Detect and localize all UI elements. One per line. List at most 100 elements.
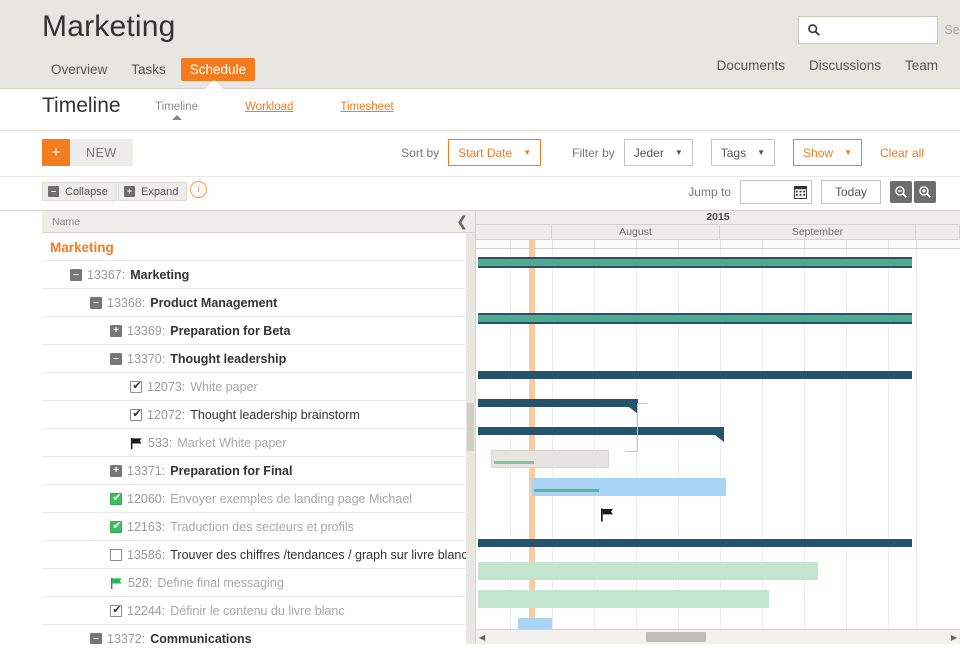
- name-column-scrollbar[interactable]: [466, 233, 475, 644]
- tags-select[interactable]: Tags ▼: [710, 139, 776, 166]
- nav-item-schedule[interactable]: Schedule: [180, 58, 256, 81]
- summary-bar[interactable]: [478, 257, 912, 268]
- expand-toggle-icon[interactable]: +: [110, 325, 122, 337]
- jump-to-input[interactable]: [739, 180, 812, 204]
- collapse-panel-chevron-icon[interactable]: ❮: [456, 214, 468, 229]
- clear-all-button[interactable]: Clear all: [880, 146, 924, 160]
- row-content: 12163: Traduction des secteurs et profils: [110, 519, 354, 534]
- gantt-bar-row: [476, 417, 960, 445]
- task-checkbox[interactable]: [110, 549, 122, 561]
- name-column-header: Name ❮: [42, 211, 475, 233]
- collapse-toggle-icon[interactable]: –: [90, 297, 102, 309]
- zoom-out-button[interactable]: [890, 181, 912, 203]
- table-row[interactable]: –13372: Communications: [42, 625, 475, 644]
- scroll-right-arrow-icon[interactable]: ▶: [951, 633, 957, 642]
- gantt-bar-row: [476, 249, 960, 277]
- filter-controls: Sort by Start Date ▼ Filter by Jeder ▼ T…: [401, 139, 924, 166]
- expand-button[interactable]: + Expand: [118, 182, 188, 201]
- task-checkbox[interactable]: [110, 491, 123, 505]
- new-button[interactable]: + NEW: [42, 139, 133, 166]
- zoom-in-button[interactable]: [914, 181, 936, 203]
- collapse-toggle-icon[interactable]: –: [70, 269, 82, 281]
- collapse-button[interactable]: – Collapse: [42, 182, 117, 201]
- filter-by-select[interactable]: Jeder ▼: [623, 139, 693, 166]
- hscroll-thumb[interactable]: [646, 632, 706, 642]
- summary-bar[interactable]: [478, 313, 912, 324]
- show-select[interactable]: Show ▼: [793, 139, 862, 166]
- week-tick: [636, 240, 637, 248]
- table-row[interactable]: 533: Market White paper: [42, 429, 475, 457]
- task-name-column: Name ❮ Marketing –13367: Marketing –13368: P…: [42, 211, 476, 644]
- sub-tab-timeline-label: Timeline: [155, 101, 199, 113]
- collapse-toggle-icon[interactable]: –: [90, 633, 102, 644]
- flag-icon: [130, 437, 142, 449]
- gantt-bar-row: [476, 389, 960, 417]
- nav-item-overview[interactable]: Overview: [42, 58, 116, 81]
- progress-fill: [494, 461, 534, 464]
- table-row[interactable]: 12072: Thought leadership brainstorm: [42, 401, 475, 429]
- task-id: 528:: [128, 576, 153, 590]
- collapse-label: Collapse: [65, 185, 108, 198]
- table-row[interactable]: Marketing: [42, 233, 475, 261]
- table-row[interactable]: 528: Define final messaging: [42, 569, 475, 597]
- nav-item-documents[interactable]: Documents: [717, 58, 785, 73]
- summary-bar[interactable]: [478, 371, 912, 379]
- gantt-bar-row: [476, 529, 960, 557]
- task-checkbox[interactable]: [110, 519, 123, 533]
- task-bar[interactable]: [491, 450, 609, 468]
- task-bar[interactable]: [478, 590, 769, 608]
- info-icon[interactable]: i: [190, 181, 207, 198]
- table-row[interactable]: –13368: Product Management: [42, 289, 475, 317]
- search-box[interactable]: [798, 16, 960, 44]
- sub-tab-timeline[interactable]: Timeline: [155, 101, 199, 120]
- task-checkbox[interactable]: [110, 603, 123, 617]
- today-button[interactable]: Today: [820, 180, 881, 204]
- nav-item-team[interactable]: Team: [905, 58, 938, 73]
- table-row[interactable]: +13369: Preparation for Beta: [42, 317, 475, 345]
- summary-bar[interactable]: [478, 399, 638, 414]
- task-id: 12060:: [127, 492, 166, 506]
- sub-tab-timesheet[interactable]: Timesheet: [340, 101, 393, 113]
- row-content: 13586: Trouver des chiffres /tendances / …: [110, 548, 475, 562]
- task-id: 12163:: [127, 520, 166, 534]
- scrollbar-thumb[interactable]: [467, 403, 474, 451]
- task-checkbox[interactable]: [130, 379, 143, 393]
- summary-bar[interactable]: [478, 539, 912, 547]
- table-row[interactable]: 12163: Traduction des secteurs et profils: [42, 513, 475, 541]
- scroll-left-arrow-icon[interactable]: ◀: [479, 633, 485, 642]
- row-content: 12244: Définir le contenu du livre blanc: [110, 603, 345, 618]
- task-name: Thought leadership: [170, 352, 287, 366]
- task-bar[interactable]: [478, 562, 818, 580]
- sub-tab-workload[interactable]: Workload: [245, 101, 293, 113]
- jump-to-label: Jump to: [688, 185, 731, 199]
- chevron-down-icon: ▼: [523, 148, 532, 157]
- task-name: Define final messaging: [157, 576, 284, 590]
- table-row[interactable]: +13371: Preparation for Final: [42, 457, 475, 485]
- task-id: 533:: [148, 436, 173, 450]
- expand-toggle-icon[interactable]: +: [110, 465, 122, 477]
- summary-bar[interactable]: [478, 427, 724, 442]
- task-bar[interactable]: [532, 478, 726, 496]
- task-name: Traduction des secteurs et profils: [170, 520, 354, 534]
- table-row[interactable]: 12060: Envoyer exemples de landing page M…: [42, 485, 475, 513]
- search-input[interactable]: [821, 22, 960, 38]
- table-row[interactable]: 12073: White paper: [42, 373, 475, 401]
- plus-square-icon: +: [124, 186, 135, 197]
- nav-item-tasks[interactable]: Tasks: [122, 58, 175, 81]
- task-checkbox[interactable]: [130, 407, 143, 421]
- timeline-horizontal-scrollbar[interactable]: ◀ ▶: [476, 629, 960, 644]
- table-row[interactable]: –13370: Thought leadership: [42, 345, 475, 373]
- sort-by-select[interactable]: Start Date ▼: [448, 139, 542, 166]
- right-nav: Documents Discussions Team: [717, 58, 938, 73]
- table-row[interactable]: 12244: Définir le contenu du livre blanc: [42, 597, 475, 625]
- gantt-bar-row: [476, 305, 960, 333]
- week-tick: [720, 240, 721, 248]
- week-tick: [762, 240, 763, 248]
- nav-item-discussions[interactable]: Discussions: [809, 58, 881, 73]
- table-row[interactable]: 13586: Trouver des chiffres /tendances / …: [42, 541, 475, 569]
- collapse-toggle-icon[interactable]: –: [110, 353, 122, 365]
- table-row[interactable]: –13367: Marketing: [42, 261, 475, 289]
- sub-tab-active-caret: [171, 115, 182, 120]
- row-content: 12060: Envoyer exemples de landing page M…: [110, 491, 412, 506]
- milestone-flag-icon[interactable]: [600, 508, 614, 522]
